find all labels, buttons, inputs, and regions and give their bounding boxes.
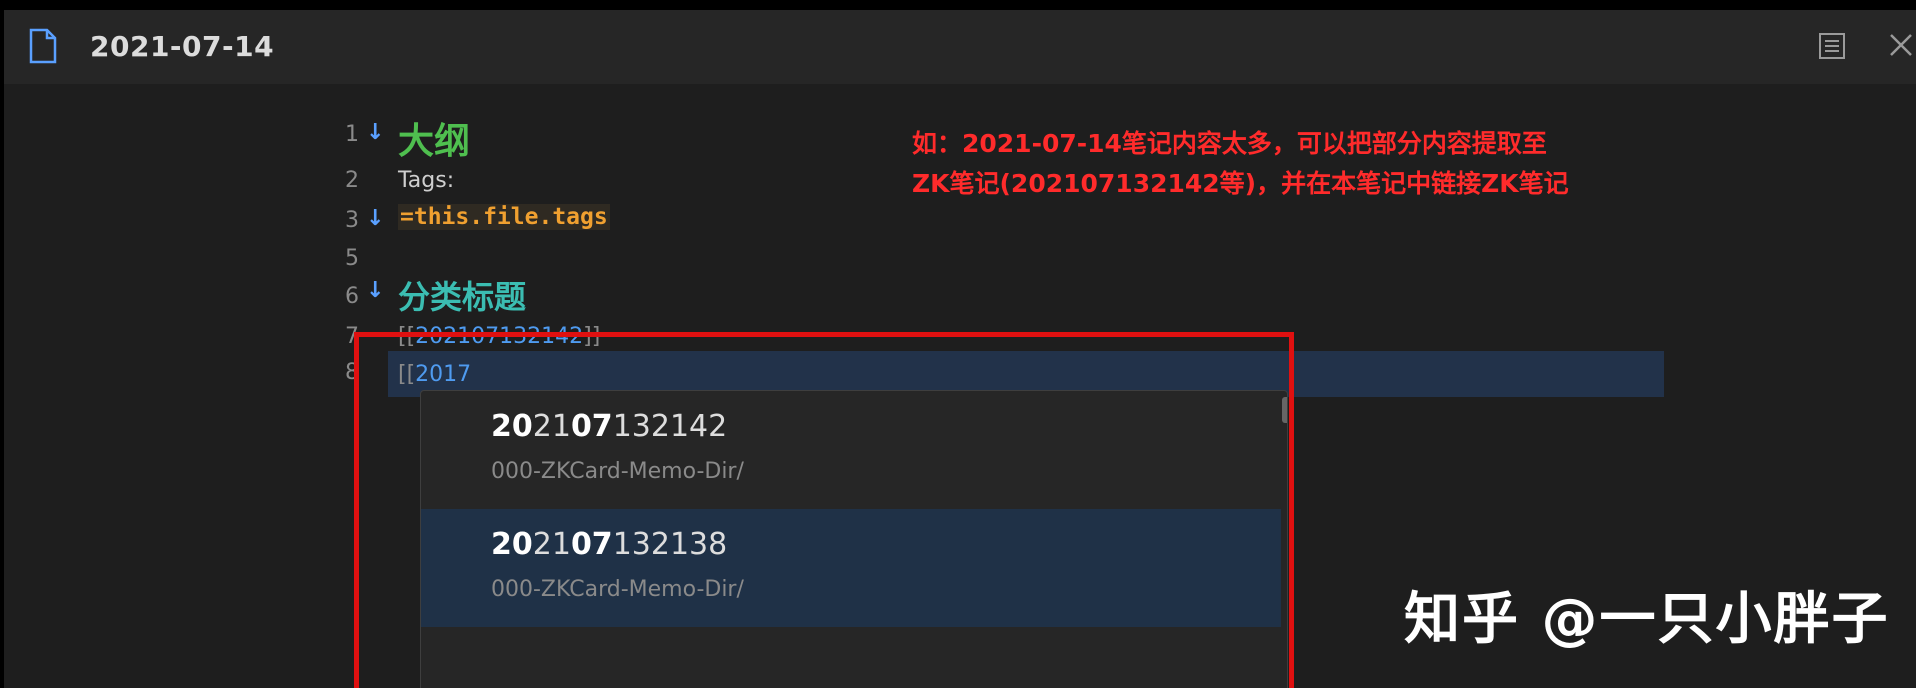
file-icon <box>28 28 58 68</box>
line-number: 6 <box>345 284 359 309</box>
fold-arrow-icon[interactable]: ↓ <box>366 206 384 231</box>
note-title[interactable]: 2021-07-14 <box>90 30 274 63</box>
line-number: 2 <box>345 168 359 193</box>
fold-arrow-icon[interactable]: ↓ <box>366 120 384 145</box>
title-bar: 2021-07-14 <box>4 10 1916 84</box>
editor-window: 2021-07-14 1 ↓ 大纲 2 Tags: 3 ↓ =this.file… <box>4 10 1916 688</box>
line-number: 5 <box>345 246 359 271</box>
inline-query[interactable]: =this.file.tags <box>398 204 610 230</box>
heading-outline[interactable]: 大纲 <box>398 112 470 164</box>
highlight-box <box>354 332 1294 688</box>
line-number: 3 <box>345 208 359 233</box>
close-icon[interactable] <box>1888 32 1914 62</box>
watermark: 知乎 @一只小胖子 <box>1404 587 1890 652</box>
tags-label[interactable]: Tags: <box>398 168 454 193</box>
line-number: 1 <box>345 122 359 147</box>
annotation-line-1: 如：2021-07-14笔记内容太多，可以把部分内容提取至 <box>912 129 1547 158</box>
reading-view-icon[interactable] <box>1818 32 1846 64</box>
annotation-line-2: ZK笔记(202107132142等)，并在本笔记中链接ZK笔记 <box>912 169 1569 198</box>
heading-category[interactable]: 分类标题 <box>398 272 526 318</box>
fold-arrow-icon[interactable]: ↓ <box>366 278 384 303</box>
